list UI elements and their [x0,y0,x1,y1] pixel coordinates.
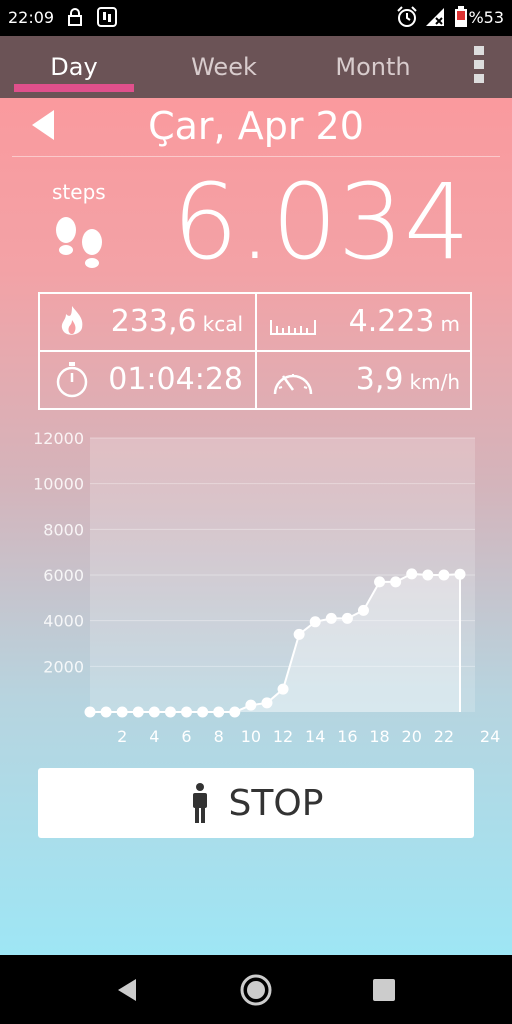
tab-month[interactable]: Month [312,36,434,98]
signal-icon [424,6,446,28]
y-tick-label: 2000 [43,657,84,676]
stop-button-label: STOP [228,782,324,824]
date-row: Çar, Apr 20 [0,98,512,156]
stopwatch-icon [52,362,92,398]
nav-home-icon[interactable] [239,973,273,1007]
navigation-bar [0,955,512,1024]
steps-label: steps [52,180,106,204]
battery-percent: %53 [468,8,504,27]
data-point [390,576,402,588]
data-point [357,604,369,616]
x-tick-label: 4 [149,727,159,746]
distance-value: 4.223 [348,304,435,339]
y-tick-label: 6000 [43,566,84,585]
duration-stat: 01:04:28 [40,352,255,408]
data-point [261,697,273,709]
x-tick-label: 24 [480,727,500,746]
person-icon [192,783,207,823]
data-point [100,706,112,718]
data-point [325,612,337,624]
date-label: Çar, Apr 20 [148,104,364,148]
x-tick-label: 18 [369,727,389,746]
data-point [213,706,225,718]
data-point [309,616,321,628]
app-notification-icon [96,6,118,28]
duration-value: 01:04:28 [108,362,243,397]
x-tick-label: 6 [181,727,191,746]
stats-grid: 233,6 kcal 4.223 m 01:04:28 3,9 km/h [38,292,472,410]
data-point [245,699,257,711]
nav-recents-icon[interactable] [367,973,401,1007]
divider [12,156,500,157]
data-point [84,706,96,718]
day-view: Çar, Apr 20 steps 6.034 233,6 kcal 4.223 m [0,98,512,955]
x-tick-label: 2 [117,727,127,746]
data-point [406,568,418,580]
tab-week[interactable]: Week [164,36,284,98]
nav-back-icon[interactable] [110,973,144,1007]
footprints-icon [50,216,114,276]
speed-value: 3,9 [355,362,404,397]
data-point [454,568,466,580]
calories-value: 233,6 [110,304,197,339]
speedometer-icon [269,362,313,398]
alarm-icon [396,6,418,28]
data-point [148,706,160,718]
y-tick-label: 12000 [33,429,84,448]
data-point [229,706,241,718]
speed-unit: km/h [409,370,460,394]
tab-indicator [14,84,134,92]
x-tick-label: 10 [241,727,261,746]
data-point [197,706,209,718]
data-point [181,706,193,718]
status-bar: 22:09 %53 [0,0,512,36]
x-tick-label: 20 [402,727,422,746]
steps-chart: 200040006000800010000120002 4 6 8 10 12 14 16 18… [33,429,500,746]
calories-unit: kcal [202,312,243,336]
status-time: 22:09 [8,8,55,27]
ruler-icon [269,304,316,340]
data-point [293,628,305,640]
x-tick-label: 14 [305,727,325,746]
data-point [277,683,289,695]
overflow-menu-icon[interactable] [472,46,486,84]
data-point [438,569,450,581]
data-point [422,569,434,581]
stop-button[interactable]: STOP [38,768,474,838]
y-tick-label: 10000 [33,475,84,494]
lock-icon [64,6,86,28]
y-tick-label: 8000 [43,520,84,539]
speed-stat: 3,9 km/h [257,352,472,408]
x-tick-label: 22 [434,727,454,746]
data-point [341,612,353,624]
calories-stat: 233,6 kcal [40,294,255,350]
y-tick-label: 4000 [43,612,84,631]
flame-icon [52,304,92,340]
x-tick-label: 16 [337,727,357,746]
x-tick-label: 8 [214,727,224,746]
data-point [374,576,386,588]
data-point [132,706,144,718]
distance-stat: 4.223 m [257,294,472,350]
x-tick-label: 12 [273,727,293,746]
distance-unit: m [440,312,460,336]
data-point [164,706,176,718]
data-point [116,706,128,718]
steps-count: 6.034 [172,161,470,283]
